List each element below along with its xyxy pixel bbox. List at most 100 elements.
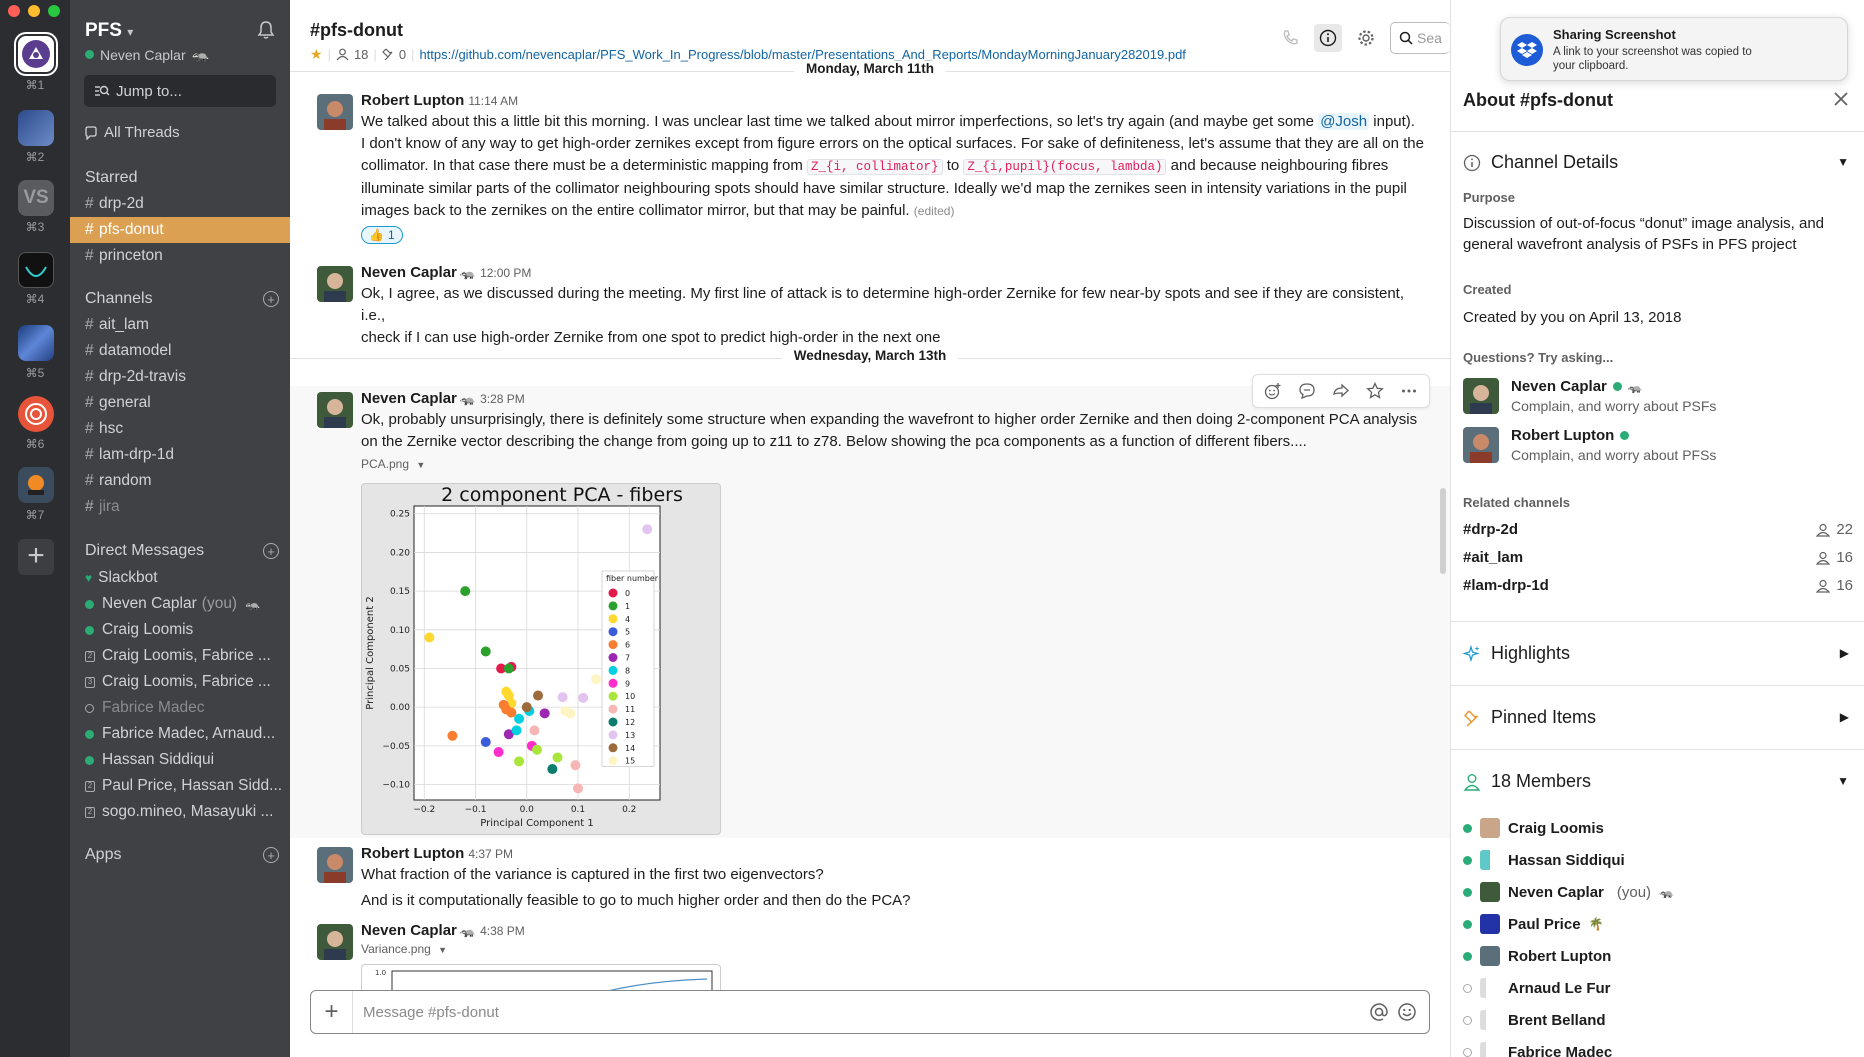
close-icon[interactable] xyxy=(1832,90,1850,108)
message-author[interactable]: Neven Caplar xyxy=(361,264,457,281)
sidebar-item-drp-2d[interactable]: # drp-2d xyxy=(70,191,290,217)
pinned-section[interactable]: Pinned Items ▶ xyxy=(1451,707,1864,728)
sidebar-item-jira[interactable]: # jira xyxy=(70,494,290,520)
dm-item[interactable]: Fabrice Madec, Arnaud... xyxy=(70,721,290,747)
screenshot-notification[interactable]: Sharing Screenshot A link to your screen… xyxy=(1500,17,1848,81)
workspace-7[interactable] xyxy=(18,467,54,503)
message-timestamp[interactable]: 4:38 PM xyxy=(480,924,525,938)
sidebar-item-lam-drp-1d[interactable]: # lam-drp-1d xyxy=(70,442,290,468)
related-channel-ait-lam[interactable]: #ait_lam 16 xyxy=(1463,549,1853,566)
member-row[interactable]: Brent Belland xyxy=(1463,1010,1606,1030)
emoji-icon[interactable] xyxy=(1397,1002,1417,1022)
suggested-person[interactable]: Robert Lupton Complain, and worry about … xyxy=(1463,427,1716,463)
workspace-2[interactable] xyxy=(18,110,54,146)
message-author[interactable]: Neven Caplar xyxy=(361,390,457,407)
related-channel-drp-2d[interactable]: #drp-2d 22 xyxy=(1463,521,1853,538)
message-timestamp[interactable]: 12:00 PM xyxy=(480,266,531,280)
workspace-6[interactable] xyxy=(18,396,54,432)
sidebar-item-random[interactable]: # random xyxy=(70,468,290,494)
file-name[interactable]: Variance.png ▼ xyxy=(361,942,1432,956)
add-dm-icon[interactable]: + xyxy=(263,543,279,559)
dm-item[interactable]: 2 sogo.mineo, Masayuki ... xyxy=(70,799,290,825)
member-row[interactable]: Robert Lupton xyxy=(1463,946,1611,966)
add-workspace-button[interactable]: + xyxy=(18,539,54,575)
window-minimize-icon[interactable] xyxy=(28,5,40,17)
window-close-icon[interactable] xyxy=(8,5,20,17)
sidebar-item-datamodel[interactable]: # datamodel xyxy=(70,338,290,364)
channel-info-button[interactable] xyxy=(1314,24,1342,52)
call-button[interactable] xyxy=(1276,24,1304,52)
message-composer[interactable]: + Message #pfs-donut xyxy=(310,990,1430,1034)
message-author[interactable]: Neven Caplar xyxy=(361,922,457,939)
window-zoom-icon[interactable] xyxy=(48,5,60,17)
variance-image[interactable]: 1.0 xyxy=(361,964,721,990)
avatar[interactable] xyxy=(317,392,353,428)
add-channel-icon[interactable]: + xyxy=(263,291,279,307)
sidebar-item-drp-2d-travis[interactable]: # drp-2d-travis xyxy=(70,364,290,390)
message-timestamp[interactable]: 11:14 AM xyxy=(468,94,518,108)
workspace-pfs[interactable] xyxy=(18,36,54,72)
workspace-5[interactable] xyxy=(18,325,54,361)
member-row[interactable]: Arnaud Le Fur xyxy=(1463,978,1611,998)
message-timestamp[interactable]: 3:28 PM xyxy=(480,392,525,406)
add-app-icon[interactable]: + xyxy=(263,847,279,863)
file-name[interactable]: PCA.png ▼ xyxy=(361,457,1432,471)
channel-topic-link[interactable]: https://github.com/nevencaplar/PFS_Work_… xyxy=(419,47,1185,62)
highlights-section[interactable]: Highlights ▶ xyxy=(1451,643,1864,664)
attach-button[interactable]: + xyxy=(311,991,353,1033)
member-row[interactable]: Paul Price 🌴 xyxy=(1463,914,1604,934)
dm-item[interactable]: 2 Paul Price, Hassan Sidd... xyxy=(70,773,290,799)
scrollbar-thumb[interactable] xyxy=(1440,488,1446,574)
dm-item[interactable]: 2 Craig Loomis, Fabrice ... xyxy=(70,643,290,669)
channel-details-section[interactable]: Channel Details ▼ xyxy=(1451,152,1864,173)
starred-section-header[interactable]: Starred xyxy=(85,169,279,187)
related-channel-lam-drp-1d[interactable]: #lam-drp-1d 16 xyxy=(1463,577,1853,594)
message[interactable]: Neven Caplar 🦡 3:28 PM Ok, probably unsurp… xyxy=(290,374,1450,838)
dm-item[interactable]: Fabrice Madec xyxy=(70,695,290,721)
workspace-3[interactable]: VS xyxy=(18,180,54,216)
sidebar-item-ait-lam[interactable]: # ait_lam xyxy=(70,312,290,338)
avatar[interactable] xyxy=(317,94,353,130)
current-user[interactable]: Neven Caplar 🦡 xyxy=(85,46,209,63)
channels-section-header[interactable]: Channels + xyxy=(85,290,279,308)
member-row[interactable]: Craig Loomis xyxy=(1463,818,1604,838)
suggested-person[interactable]: Neven Caplar 🦡 Complain, and worry about … xyxy=(1463,378,1716,414)
bell-icon[interactable] xyxy=(256,20,276,40)
channel-title[interactable]: #pfs-donut xyxy=(310,20,403,41)
channel-settings-button[interactable] xyxy=(1352,24,1380,52)
workspace-4[interactable] xyxy=(18,252,54,288)
apps-section-header[interactable]: Apps + xyxy=(85,846,279,864)
member-count[interactable]: 18 xyxy=(354,47,368,62)
sidebar-item-general[interactable]: # general xyxy=(70,390,290,416)
user-mention[interactable]: @Josh xyxy=(1318,113,1370,130)
message[interactable]: Robert Lupton 11:14 AM We talked about th… xyxy=(290,92,1450,252)
dm-item[interactable]: 3 Craig Loomis, Fabrice ... xyxy=(70,669,290,695)
pin-count[interactable]: 0 xyxy=(399,47,406,62)
sidebar-item-hsc[interactable]: # hsc xyxy=(70,416,290,442)
all-threads-link[interactable]: All Threads xyxy=(84,124,180,141)
message-input[interactable]: Message #pfs-donut xyxy=(353,1004,1369,1021)
dm-item-self[interactable]: Neven Caplar (you) 🦡 xyxy=(70,591,290,617)
member-row[interactable]: Hassan Siddiqui xyxy=(1463,850,1625,870)
team-name[interactable]: PFS ▾ xyxy=(85,20,133,42)
dm-section-header[interactable]: Direct Messages + xyxy=(85,542,279,560)
message-author[interactable]: Robert Lupton xyxy=(361,845,464,862)
mention-icon[interactable] xyxy=(1369,1002,1389,1022)
avatar[interactable] xyxy=(317,847,353,883)
member-row[interactable]: Neven Caplar (you) 🦡 xyxy=(1463,882,1674,902)
reaction-thumbs-up[interactable]: 👍 1 xyxy=(361,226,403,244)
jump-to-button[interactable]: Jump to... xyxy=(84,75,276,107)
dm-item-slackbot[interactable]: ♥ Slackbot xyxy=(70,565,290,591)
sidebar-item-pfs-donut[interactable]: # pfs-donut xyxy=(70,217,290,243)
pca-image[interactable]: 2 component PCA - fibers −0.2 −0.1 0.0 0.1 0.… xyxy=(361,483,721,835)
avatar[interactable] xyxy=(317,266,353,302)
message-timestamp[interactable]: 4:37 PM xyxy=(468,847,513,861)
message[interactable]: Robert Lupton 4:37 PM What fraction of th… xyxy=(290,845,1450,915)
avatar[interactable] xyxy=(317,924,353,960)
dm-item[interactable]: Hassan Siddiqui xyxy=(70,747,290,773)
search-input[interactable]: Sea xyxy=(1390,22,1450,54)
message[interactable]: Neven Caplar 🦡 12:00 PM Ok, I agree, as we… xyxy=(290,264,1450,346)
member-row[interactable]: Fabrice Madec xyxy=(1463,1042,1612,1057)
sidebar-item-princeton[interactable]: # princeton xyxy=(70,243,290,269)
message-author[interactable]: Robert Lupton xyxy=(361,92,464,109)
